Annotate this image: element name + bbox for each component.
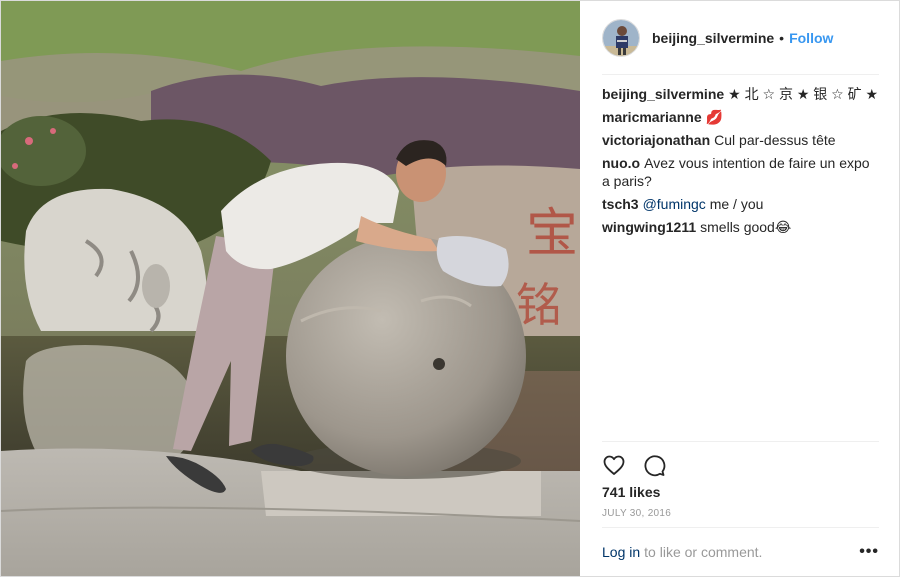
login-prompt-text: to like or comment. (644, 543, 763, 560)
comment-item: beijing_silvermine ★ 北 ☆ 京 ★ 银 ☆ 矿 ★ (602, 85, 881, 103)
header-username[interactable]: beijing_silvermine (652, 30, 774, 46)
post-date: JULY 30, 2016 (602, 508, 672, 519)
comment-username[interactable]: maricmarianne (602, 109, 702, 125)
comment-username[interactable]: nuo.o (602, 155, 640, 171)
comment-username[interactable]: wingwing1211 (602, 219, 696, 235)
comment-text: ★ 北 ☆ 京 ★ 银 ☆ 矿 ★ (728, 86, 879, 102)
comment-item: victoriajonathan Cul par-dessus tête (602, 131, 881, 149)
likes-count[interactable]: 741 likes (602, 484, 660, 500)
comment-username[interactable]: tsch3 (602, 196, 639, 212)
comment-item: tsch3 @fumingc me / you (602, 195, 881, 213)
comment-item: maricmarianne 💋 (602, 108, 881, 126)
svg-text:铭: 铭 (516, 278, 562, 332)
comment-text: Cul par-dessus tête (714, 132, 836, 148)
photo-man-hugging-stone-ball: 宝 铭 (1, 1, 580, 576)
more-options-icon[interactable]: ••• (859, 543, 879, 559)
post-actions (602, 441, 879, 488)
comment-text: 💋 (705, 109, 724, 125)
comment-item: nuo.o Avez vous intention de faire un exp… (602, 154, 881, 190)
post-side-panel: beijing_silvermine • Follow beijing_silv… (580, 1, 899, 576)
header-separator: • (779, 29, 785, 46)
heart-icon[interactable] (602, 453, 626, 477)
comment-text: me / you (705, 196, 764, 212)
comment-username[interactable]: beijing_silvermine (602, 86, 724, 102)
avatar-image (603, 19, 639, 56)
post-photo[interactable]: 宝 铭 (1, 1, 580, 576)
post-footer: Log in to like or comment. ••• (602, 527, 879, 575)
comment-text: Avez vous intention de faire un expo a p… (602, 155, 870, 189)
login-link[interactable]: Log in (602, 544, 640, 560)
comment-bubble-icon[interactable] (642, 453, 666, 477)
comment-mention-link[interactable]: @fumingc (643, 196, 706, 212)
comments-list: beijing_silvermine ★ 北 ☆ 京 ★ 银 ☆ 矿 ★ mari… (602, 85, 881, 241)
comment-text: smells good😂 (700, 219, 792, 235)
svg-text:宝: 宝 (526, 204, 578, 264)
comment-username[interactable]: victoriajonathan (602, 132, 710, 148)
follow-button[interactable]: Follow (789, 30, 833, 46)
post-header: beijing_silvermine • Follow (602, 1, 879, 75)
avatar[interactable] (602, 18, 640, 57)
comment-item: wingwing1211 smells good😂 (602, 218, 881, 236)
instagram-post: 宝 铭 beijing_silvermine • Follow beijing_… (0, 0, 900, 577)
